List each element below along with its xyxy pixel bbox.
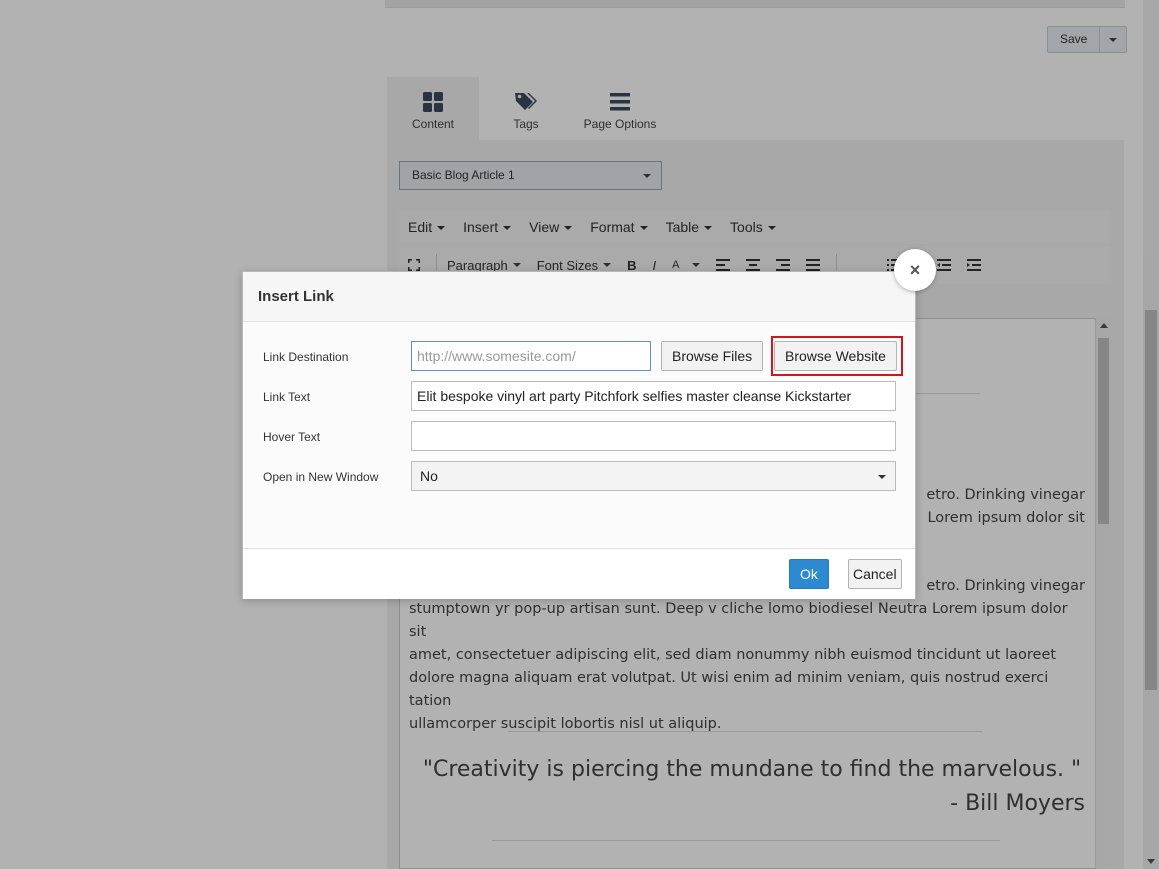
close-icon: × — [909, 259, 921, 280]
new-window-select-value: No — [420, 468, 438, 484]
chevron-down-icon — [878, 475, 886, 479]
link-destination-input[interactable] — [411, 341, 651, 371]
link-text-label: Link Text — [263, 390, 311, 404]
link-text-input[interactable] — [411, 381, 896, 411]
hover-text-input[interactable] — [411, 421, 896, 451]
dialog-title: Insert Link — [258, 288, 334, 305]
ok-button[interactable]: Ok — [789, 559, 829, 589]
hover-text-label: Hover Text — [263, 430, 321, 444]
dialog-body: Link Destination Browse Files Browse Web… — [243, 322, 915, 548]
cancel-button[interactable]: Cancel — [848, 559, 902, 589]
close-dialog-button[interactable]: × — [894, 249, 936, 291]
link-destination-label: Link Destination — [263, 350, 349, 364]
new-window-select[interactable]: No — [411, 461, 896, 491]
new-window-label: Open in New Window — [263, 470, 379, 484]
dialog-footer: Ok Cancel — [243, 548, 915, 599]
dialog-header: Insert Link — [243, 272, 915, 322]
browse-website-button[interactable]: Browse Website — [774, 341, 897, 371]
insert-link-dialog: Insert Link Link Destination Browse File… — [242, 271, 916, 599]
browse-files-button[interactable]: Browse Files — [661, 341, 764, 371]
